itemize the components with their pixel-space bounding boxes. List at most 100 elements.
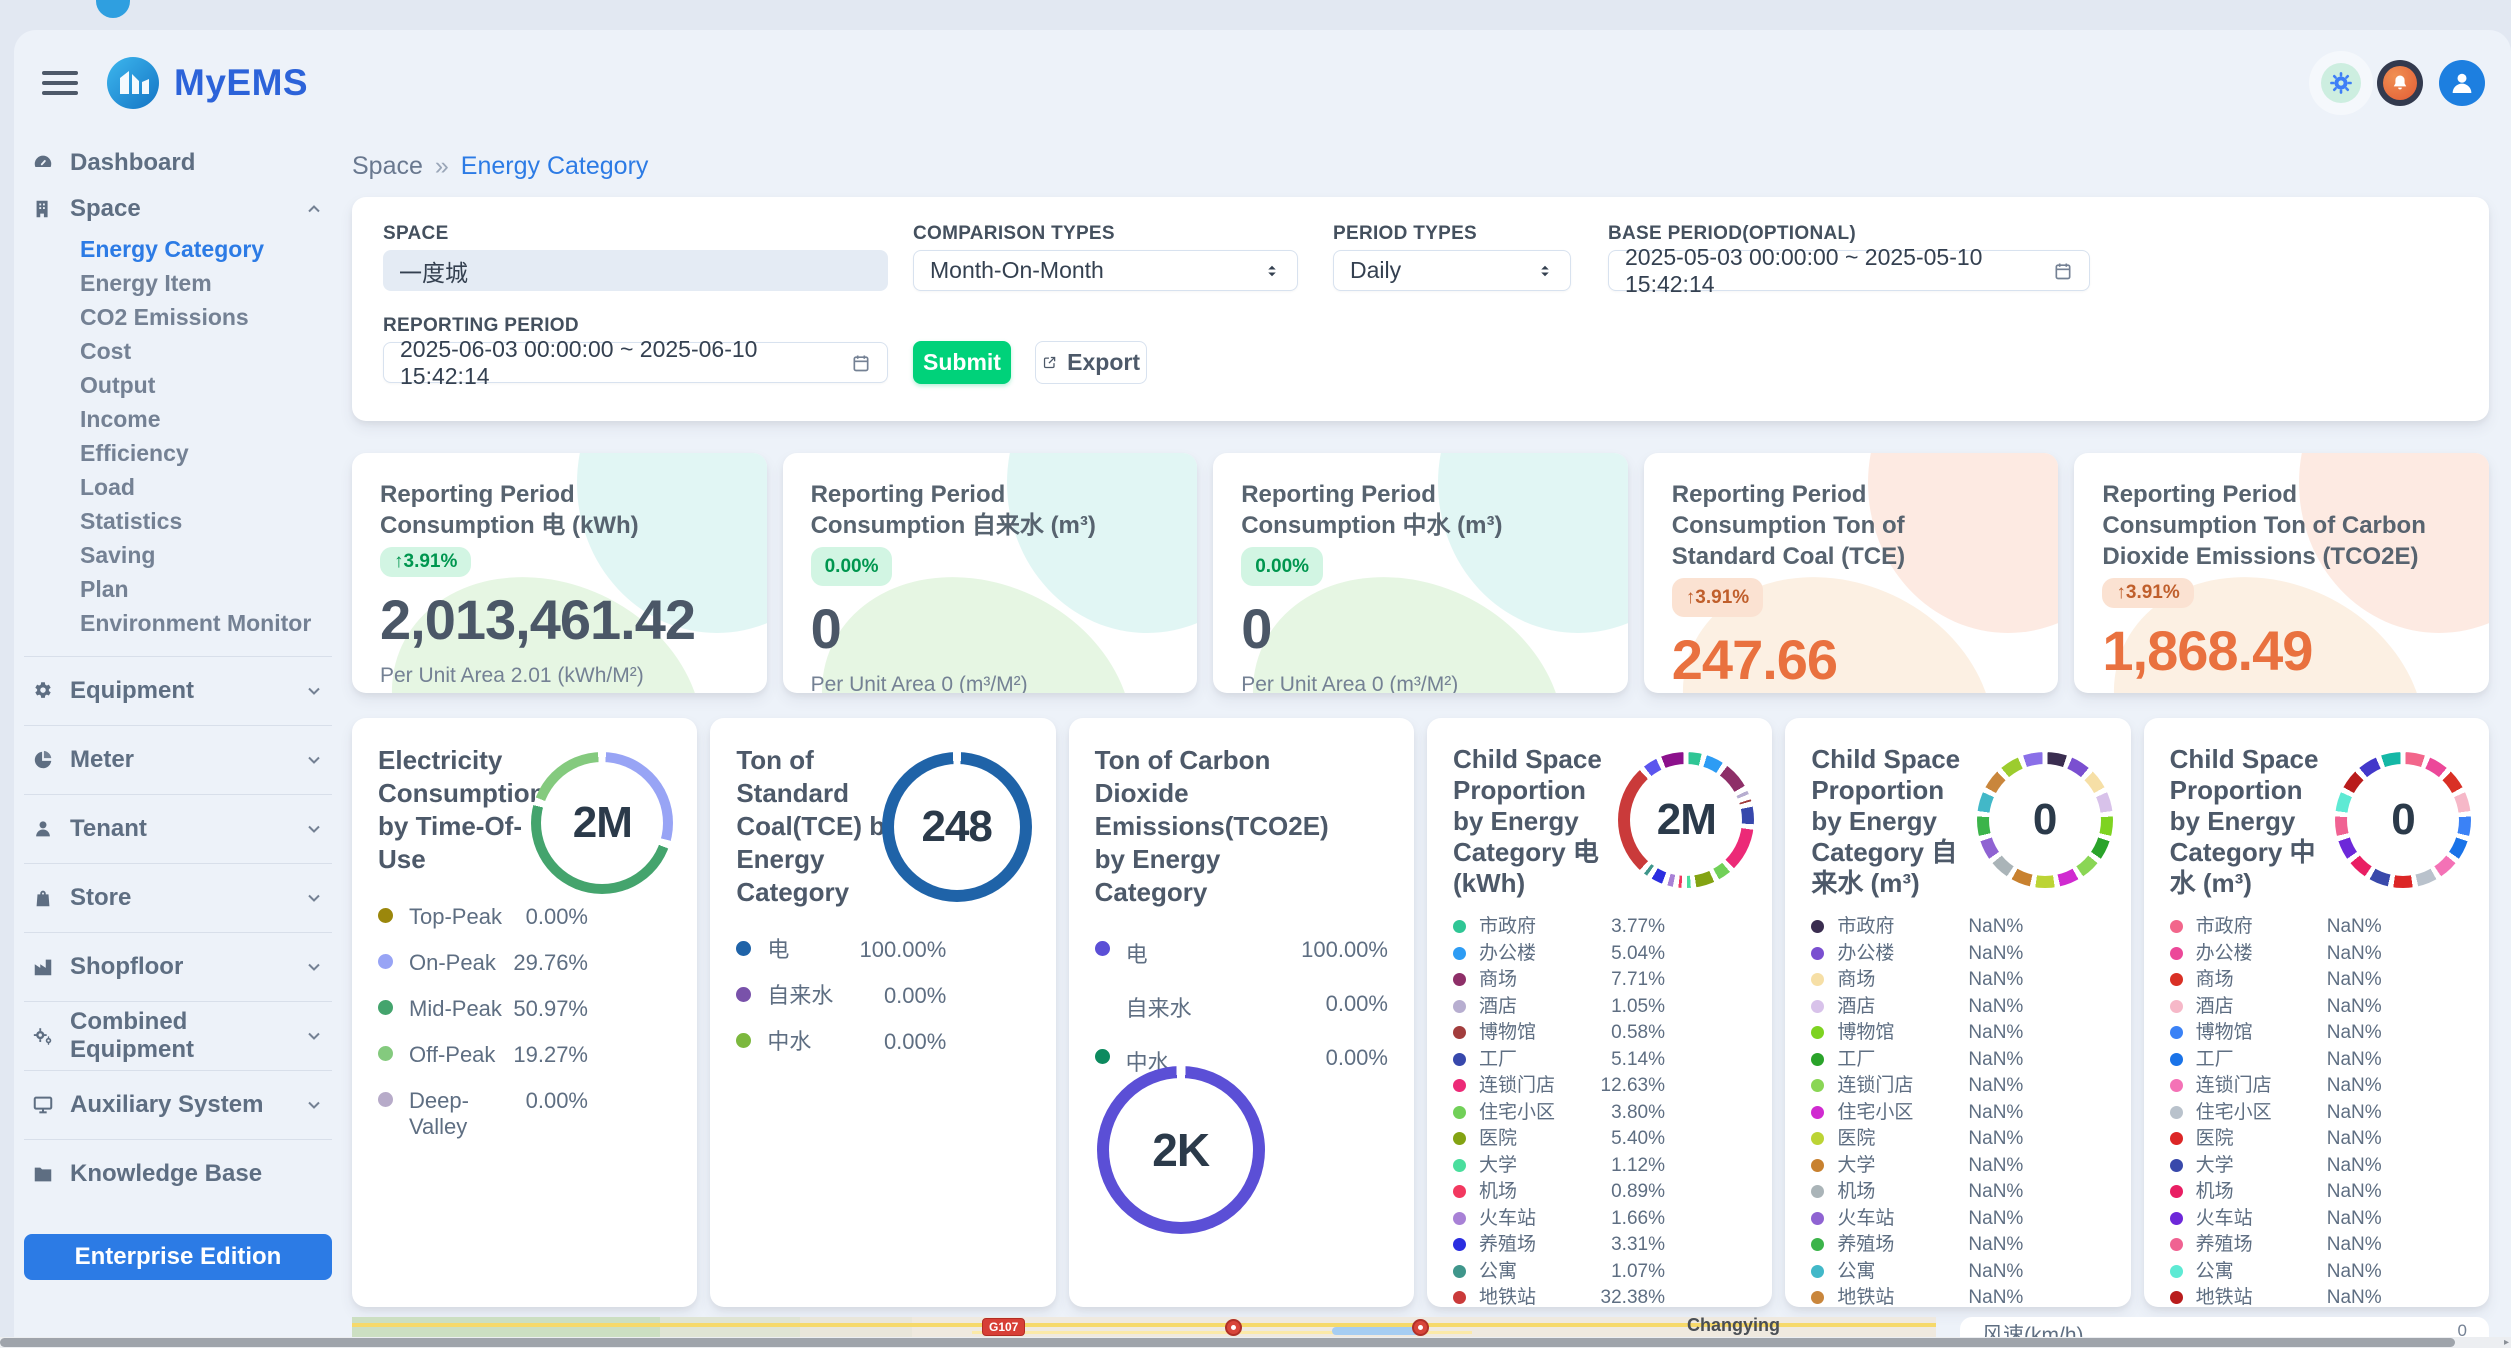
comparison-types-select[interactable]: Month-On-Month xyxy=(913,250,1298,291)
legend-item[interactable]: 酒店NaN% xyxy=(2170,997,2382,1018)
legend-item[interactable]: 电100.00% xyxy=(736,937,946,963)
donut-chart[interactable]: 0 xyxy=(1977,752,2113,888)
legend-item[interactable]: 养殖场NaN% xyxy=(2170,1235,2382,1256)
sidebar-subitem-load[interactable]: Load xyxy=(80,470,332,504)
sidebar-subitem-saving[interactable]: Saving xyxy=(80,538,332,572)
sidebar-subitem-efficiency[interactable]: Efficiency xyxy=(80,436,332,470)
legend-item[interactable]: 商场NaN% xyxy=(2170,970,2382,991)
legend-item[interactable]: 医院NaN% xyxy=(2170,1129,2382,1150)
space-input[interactable]: 一度城 xyxy=(383,250,888,291)
sidebar-item-dashboard[interactable]: Dashboard xyxy=(24,140,332,186)
legend-item[interactable]: 医院NaN% xyxy=(1811,1129,2023,1150)
notifications-bell-icon[interactable] xyxy=(2377,60,2423,106)
period-types-select[interactable]: Daily xyxy=(1333,250,1571,291)
scrollbar-thumb[interactable] xyxy=(0,1338,2455,1347)
sidebar-item-meter[interactable]: Meter xyxy=(24,725,332,794)
sidebar-item-shopfloor[interactable]: Shopfloor xyxy=(24,932,332,1001)
donut-chart[interactable]: 248 xyxy=(882,752,1032,902)
legend-item[interactable]: 地铁站NaN% xyxy=(1811,1288,2023,1307)
submit-button[interactable]: Submit xyxy=(913,341,1011,384)
brand-logo[interactable]: MyEMS xyxy=(106,56,308,110)
legend-item[interactable]: 公寓1.07% xyxy=(1453,1262,1665,1283)
legend-item[interactable]: 地铁站NaN% xyxy=(2170,1288,2382,1307)
sidebar-subitem-statistics[interactable]: Statistics xyxy=(80,504,332,538)
legend-item[interactable]: 工厂NaN% xyxy=(2170,1050,2382,1071)
sidebar-subitem-co2-emissions[interactable]: CO2 Emissions xyxy=(80,300,332,334)
scrollbar-right-arrow[interactable]: ▸ xyxy=(2504,1337,2509,1348)
map[interactable]: G107 Changying xyxy=(352,1317,1936,1338)
donut-chart[interactable]: 2M xyxy=(531,752,673,894)
legend-item[interactable]: 连锁门店NaN% xyxy=(2170,1076,2382,1097)
legend-item[interactable]: 养殖场3.31% xyxy=(1453,1235,1665,1256)
legend-item[interactable]: 办公楼NaN% xyxy=(2170,944,2382,965)
legend-item[interactable]: 公寓NaN% xyxy=(1811,1262,2023,1283)
hamburger-menu-icon[interactable] xyxy=(42,65,78,101)
legend-item[interactable]: 住宅小区NaN% xyxy=(1811,1103,2023,1124)
map-pin-icon[interactable] xyxy=(1412,1319,1429,1336)
legend-item[interactable]: 火车站NaN% xyxy=(2170,1209,2382,1230)
legend-item[interactable]: 博物馆NaN% xyxy=(1811,1023,2023,1044)
legend-item[interactable]: 博物馆0.58% xyxy=(1453,1023,1665,1044)
legend-item[interactable]: 市政府3.77% xyxy=(1453,917,1665,938)
legend-item[interactable]: 自来水0.00% xyxy=(736,983,946,1009)
enterprise-edition-button[interactable]: Enterprise Edition xyxy=(24,1234,332,1280)
sidebar-subitem-income[interactable]: Income xyxy=(80,402,332,436)
sidebar-item-combined-equipment[interactable]: Combined Equipment xyxy=(24,1001,332,1070)
donut-chart[interactable]: 2M xyxy=(1618,752,1754,888)
sidebar-subitem-energy-category[interactable]: Energy Category xyxy=(80,232,332,266)
legend-item[interactable]: 工厂NaN% xyxy=(1811,1050,2023,1071)
settings-gear-icon[interactable] xyxy=(2321,63,2361,103)
legend-item[interactable]: 市政府NaN% xyxy=(1811,917,2023,938)
legend-item[interactable]: 商场NaN% xyxy=(1811,970,2023,991)
legend-item[interactable]: 公寓NaN% xyxy=(2170,1262,2382,1283)
sidebar-subitem-environment-monitor[interactable]: Environment Monitor xyxy=(80,606,332,640)
legend-item[interactable]: 医院5.40% xyxy=(1453,1129,1665,1150)
legend-item[interactable]: 养殖场NaN% xyxy=(1811,1235,2023,1256)
legend-item[interactable]: 大学NaN% xyxy=(1811,1156,2023,1177)
legend-item[interactable]: 办公楼NaN% xyxy=(1811,944,2023,965)
user-avatar[interactable] xyxy=(2439,60,2485,106)
legend-item[interactable]: 火车站NaN% xyxy=(1811,1209,2023,1230)
legend-item[interactable]: 连锁门店12.63% xyxy=(1453,1076,1665,1097)
sidebar-item-auxiliary-system[interactable]: Auxiliary System xyxy=(24,1070,332,1139)
legend-item[interactable]: 地铁站32.38% xyxy=(1453,1288,1665,1307)
sidebar-item-store[interactable]: Store xyxy=(24,863,332,932)
sidebar-subitem-output[interactable]: Output xyxy=(80,368,332,402)
legend-item[interactable]: 住宅小区3.80% xyxy=(1453,1103,1665,1124)
legend-item[interactable]: On-Peak29.76% xyxy=(378,950,588,976)
legend-item[interactable]: 机场0.89% xyxy=(1453,1182,1665,1203)
legend-item[interactable]: 商场7.71% xyxy=(1453,970,1665,991)
base-period-input[interactable]: 2025-05-03 00:00:00 ~ 2025-05-10 15:42:1… xyxy=(1608,250,2090,291)
legend-item[interactable]: 市政府NaN% xyxy=(2170,917,2382,938)
legend-item[interactable]: 办公楼5.04% xyxy=(1453,944,1665,965)
legend-item[interactable]: 博物馆NaN% xyxy=(2170,1023,2382,1044)
legend-item[interactable]: 自来水0.00% xyxy=(1095,991,1388,1023)
legend-item[interactable]: 大学NaN% xyxy=(2170,1156,2382,1177)
legend-item[interactable]: 中水0.00% xyxy=(736,1029,946,1055)
export-button[interactable]: Export xyxy=(1035,341,1147,384)
legend-item[interactable]: Deep-Valley0.00% xyxy=(378,1088,588,1140)
legend-item[interactable]: Off-Peak19.27% xyxy=(378,1042,588,1068)
legend-item[interactable]: 火车站1.66% xyxy=(1453,1209,1665,1230)
donut-chart[interactable]: 0 xyxy=(2335,752,2471,888)
legend-item[interactable]: 机场NaN% xyxy=(2170,1182,2382,1203)
legend-item[interactable]: Mid-Peak50.97% xyxy=(378,996,588,1022)
legend-item[interactable]: 工厂5.14% xyxy=(1453,1050,1665,1071)
legend-item[interactable]: 电100.00% xyxy=(1095,937,1388,969)
legend-item[interactable]: 机场NaN% xyxy=(1811,1182,2023,1203)
sidebar-item-space[interactable]: Space xyxy=(24,186,332,232)
legend-item[interactable]: Top-Peak0.00% xyxy=(378,904,588,930)
legend-item[interactable]: 酒店1.05% xyxy=(1453,997,1665,1018)
sidebar-subitem-energy-item[interactable]: Energy Item xyxy=(80,266,332,300)
sidebar-item-equipment[interactable]: Equipment xyxy=(24,656,332,725)
reporting-period-input[interactable]: 2025-06-03 00:00:00 ~ 2025-06-10 15:42:1… xyxy=(383,342,888,383)
breadcrumb-current[interactable]: Energy Category xyxy=(461,152,649,181)
sidebar-subitem-cost[interactable]: Cost xyxy=(80,334,332,368)
horizontal-scrollbar[interactable]: ▸ xyxy=(0,1337,2511,1348)
legend-item[interactable]: 连锁门店NaN% xyxy=(1811,1076,2023,1097)
sidebar-subitem-plan[interactable]: Plan xyxy=(80,572,332,606)
map-pin-icon[interactable] xyxy=(1225,1319,1242,1336)
legend-item[interactable]: 大学1.12% xyxy=(1453,1156,1665,1177)
sidebar-item-tenant[interactable]: Tenant xyxy=(24,794,332,863)
legend-item[interactable]: 住宅小区NaN% xyxy=(2170,1103,2382,1124)
